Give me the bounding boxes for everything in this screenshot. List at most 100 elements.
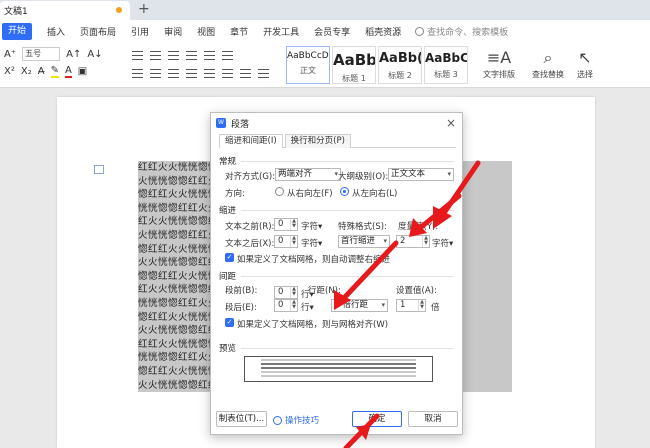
font-size-select[interactable]: 五号 xyxy=(22,47,61,61)
menu-review[interactable]: 审阅 xyxy=(164,25,182,38)
close-icon[interactable]: × xyxy=(446,116,456,130)
subscript-icon[interactable]: X₂ xyxy=(21,66,32,77)
space-after-label: 段后(E): xyxy=(225,303,257,313)
style-heading-1[interactable]: AaBb 标题 1 xyxy=(332,46,376,84)
space-before-input[interactable]: 0 ▲ ▼ xyxy=(274,286,298,299)
tabs-button[interactable]: 制表位(T)... xyxy=(216,411,267,427)
char-border-icon[interactable]: ▣ xyxy=(78,66,87,77)
font-grow-icon[interactable]: A⁺ xyxy=(4,49,16,60)
text-layout-button[interactable]: ≡A 文字排版 xyxy=(483,47,515,80)
distribute-icon[interactable] xyxy=(204,69,215,78)
style-caption: 标题 1 xyxy=(342,74,366,83)
outline-value: 正文文本 xyxy=(391,169,426,179)
measure-input[interactable]: 2 ▲ ▼ xyxy=(396,235,430,248)
increase-indent-icon[interactable] xyxy=(186,51,197,60)
spacing-grid-checkbox[interactable]: ✓ xyxy=(225,318,234,327)
style-normal[interactable]: AaBbCcDd 正文 xyxy=(286,46,330,84)
magnifier-icon: ⌕ xyxy=(543,48,553,67)
style-gallery: AaBbCcDd 正文 AaBb 标题 1 AaBb( 标题 2 AaBbC 标… xyxy=(286,46,468,84)
decrease-font-icon[interactable]: A↓ xyxy=(87,49,102,60)
command-search[interactable]: 查找命令、搜索模板 xyxy=(415,25,508,38)
align-center-icon[interactable] xyxy=(150,69,161,78)
find-replace-button[interactable]: ⌕ 查找替换 xyxy=(532,47,564,80)
menu-home[interactable]: 开始 xyxy=(2,23,33,40)
special-format-select[interactable]: 首行缩进 ▾ xyxy=(338,235,390,248)
line-spacing-select[interactable]: 多倍行距 ▾ xyxy=(331,299,388,312)
lightbulb-icon xyxy=(273,415,282,425)
menu-references[interactable]: 引用 xyxy=(131,25,149,38)
menu-page-layout[interactable]: 页面布局 xyxy=(80,25,116,38)
shading-icon[interactable] xyxy=(240,69,251,78)
rtl-radio[interactable] xyxy=(275,187,284,196)
menu-docer[interactable]: 稻壳资源 xyxy=(365,25,401,38)
justify-icon[interactable] xyxy=(186,69,197,78)
spinner-arrows-icon[interactable]: ▲ ▼ xyxy=(290,300,297,311)
indent-before-input[interactable]: 0 ▲ ▼ xyxy=(274,218,298,231)
cancel-button[interactable]: 取消 xyxy=(408,411,458,427)
new-tab-button[interactable]: + xyxy=(138,1,150,17)
setting-unit: 倍 xyxy=(431,303,440,313)
indent-before-value: 0 xyxy=(278,219,284,229)
preview-heading: 预览 xyxy=(219,344,455,354)
menu-developer[interactable]: 开发工具 xyxy=(263,25,299,38)
chevron-down-icon: ▾ xyxy=(383,237,387,245)
menu-member[interactable]: 会员专享 xyxy=(314,25,350,38)
clear-format-icon[interactable]: A̶ xyxy=(38,66,45,77)
ltr-label: 从左向右(L) xyxy=(352,189,398,199)
outline-select[interactable]: 正文文本 ▾ xyxy=(388,168,454,181)
ltr-radio[interactable] xyxy=(340,187,349,196)
border-icon[interactable] xyxy=(258,69,269,78)
general-heading: 常规 xyxy=(219,157,455,167)
spinner-arrows-icon[interactable]: ▲ ▼ xyxy=(290,287,297,298)
rtl-label: 从右向左(F) xyxy=(287,189,333,199)
tab-line-page-breaks[interactable]: 换行和分页(P) xyxy=(284,134,351,148)
bullet-list-icon[interactable] xyxy=(132,51,143,60)
menu-insert[interactable]: 插入 xyxy=(47,25,65,38)
space-after-unit[interactable]: 行▾ xyxy=(301,301,314,313)
indent-after-unit[interactable]: 字符▾ xyxy=(301,237,322,249)
indent-before-unit[interactable]: 字符▾ xyxy=(301,220,322,232)
spinner-arrows-icon[interactable]: ▲ ▼ xyxy=(290,219,297,230)
style-heading-2[interactable]: AaBb( 标题 2 xyxy=(378,46,422,84)
menu-section[interactable]: 章节 xyxy=(230,25,248,38)
special-format-value: 首行缩进 xyxy=(341,236,376,246)
setting-input[interactable]: 1 ▲ ▼ xyxy=(396,299,426,312)
cursor-arrow-icon: ↖ xyxy=(578,48,592,67)
paragraph-row-2 xyxy=(132,69,269,78)
chevron-down-icon: ▾ xyxy=(447,170,451,178)
line-spacing-icon[interactable] xyxy=(222,69,233,78)
indent-after-value: 0 xyxy=(278,236,284,246)
font-color-icon[interactable]: A xyxy=(64,65,72,78)
spinner-arrows-icon[interactable]: ▲ ▼ xyxy=(418,300,425,311)
indent-grid-checkbox[interactable]: ✓ xyxy=(225,253,234,262)
superscript-icon[interactable]: X² xyxy=(4,66,15,77)
align-left-icon[interactable] xyxy=(132,69,143,78)
spinner-arrows-icon[interactable]: ▲ ▼ xyxy=(422,236,429,247)
dialog-title: 段落 xyxy=(231,119,250,130)
menu-view[interactable]: 视图 xyxy=(197,25,215,38)
style-heading-3[interactable]: AaBbC 标题 3 xyxy=(424,46,468,84)
preview-line xyxy=(261,371,416,373)
indent-after-input[interactable]: 0 ▲ ▼ xyxy=(274,235,298,248)
highlight-icon[interactable]: ✎ xyxy=(50,65,59,78)
show-marks-icon[interactable] xyxy=(222,51,233,60)
dialog-tabs: 缩进和间距(I) 换行和分页(P) xyxy=(219,134,456,148)
space-before-unit[interactable]: 行▾ xyxy=(301,288,314,300)
document-tab[interactable]: 文稿1 xyxy=(0,1,130,20)
increase-font-icon[interactable]: A↑ xyxy=(66,49,81,60)
align-select[interactable]: 两端对齐 ▾ xyxy=(275,168,341,181)
tab-indent-spacing[interactable]: 缩进和间距(I) xyxy=(219,134,283,148)
align-right-icon[interactable] xyxy=(168,69,179,78)
ok-button[interactable]: 确定 xyxy=(352,411,402,427)
space-after-input[interactable]: 0 ▲ ▼ xyxy=(274,299,298,312)
decrease-indent-icon[interactable] xyxy=(168,51,179,60)
style-sample: AaBb( xyxy=(379,51,422,66)
sort-icon[interactable] xyxy=(204,51,215,60)
text-layout-label: 文字排版 xyxy=(483,70,515,79)
search-icon xyxy=(415,27,425,36)
tips-link[interactable]: 操作技巧 xyxy=(273,414,319,426)
spinner-arrows-icon[interactable]: ▲ ▼ xyxy=(290,236,297,247)
number-list-icon[interactable] xyxy=(150,51,161,60)
measure-unit[interactable]: 字符▾ xyxy=(432,237,453,249)
select-button[interactable]: ↖ 选择 xyxy=(577,47,593,80)
